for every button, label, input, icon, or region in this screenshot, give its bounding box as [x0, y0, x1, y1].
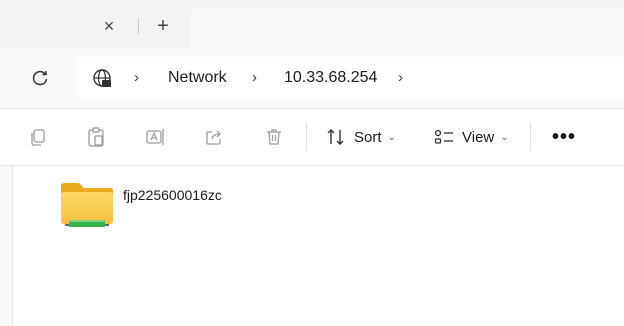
- active-tab-region: [190, 8, 624, 48]
- list-item[interactable]: fjp225600016zc: [59, 180, 222, 240]
- share-icon[interactable]: [202, 125, 226, 149]
- sort-label: Sort: [354, 128, 382, 146]
- chevron-down-icon: ⌄: [500, 131, 509, 143]
- breadcrumb-chevron[interactable]: ›: [134, 69, 139, 86]
- toolbar-separator: [306, 123, 307, 151]
- folder-name[interactable]: fjp225600016zc: [123, 187, 222, 203]
- more-options-icon[interactable]: •••: [550, 123, 578, 151]
- sort-icon: [327, 129, 344, 145]
- new-tab-icon[interactable]: +: [152, 15, 174, 37]
- tab-bar: × +: [0, 0, 624, 48]
- file-list: fjp225600016zc: [13, 166, 624, 326]
- paste-icon[interactable]: [84, 125, 108, 149]
- delete-icon[interactable]: [262, 125, 286, 149]
- rename-icon[interactable]: [144, 125, 168, 149]
- network-share-folder-icon: [61, 183, 113, 227]
- tab-separator: [138, 18, 139, 34]
- view-label: View: [462, 128, 495, 146]
- chevron-down-icon: ⌄: [387, 131, 396, 143]
- close-tab-icon[interactable]: ×: [98, 15, 120, 37]
- refresh-icon[interactable]: [26, 64, 54, 92]
- network-globe-icon[interactable]: [92, 68, 114, 90]
- navigation-pane[interactable]: [0, 166, 13, 326]
- breadcrumb[interactable]: › Network › 10.33.68.254 ›: [76, 57, 624, 99]
- command-bar: Sort ⌄ View ⌄ •••: [0, 109, 624, 165]
- breadcrumb-chevron[interactable]: ›: [398, 69, 403, 86]
- breadcrumb-network[interactable]: Network: [168, 69, 227, 87]
- breadcrumb-ip-address[interactable]: 10.33.68.254: [284, 69, 377, 87]
- sort-button[interactable]: Sort ⌄: [326, 123, 396, 151]
- toolbar-separator: [530, 123, 531, 151]
- view-icon: [434, 129, 453, 144]
- breadcrumb-chevron[interactable]: ›: [252, 69, 257, 86]
- copy-icon[interactable]: [26, 125, 50, 149]
- view-button[interactable]: View ⌄: [434, 123, 509, 151]
- address-bar: › Network › 10.33.68.254 ›: [0, 48, 624, 108]
